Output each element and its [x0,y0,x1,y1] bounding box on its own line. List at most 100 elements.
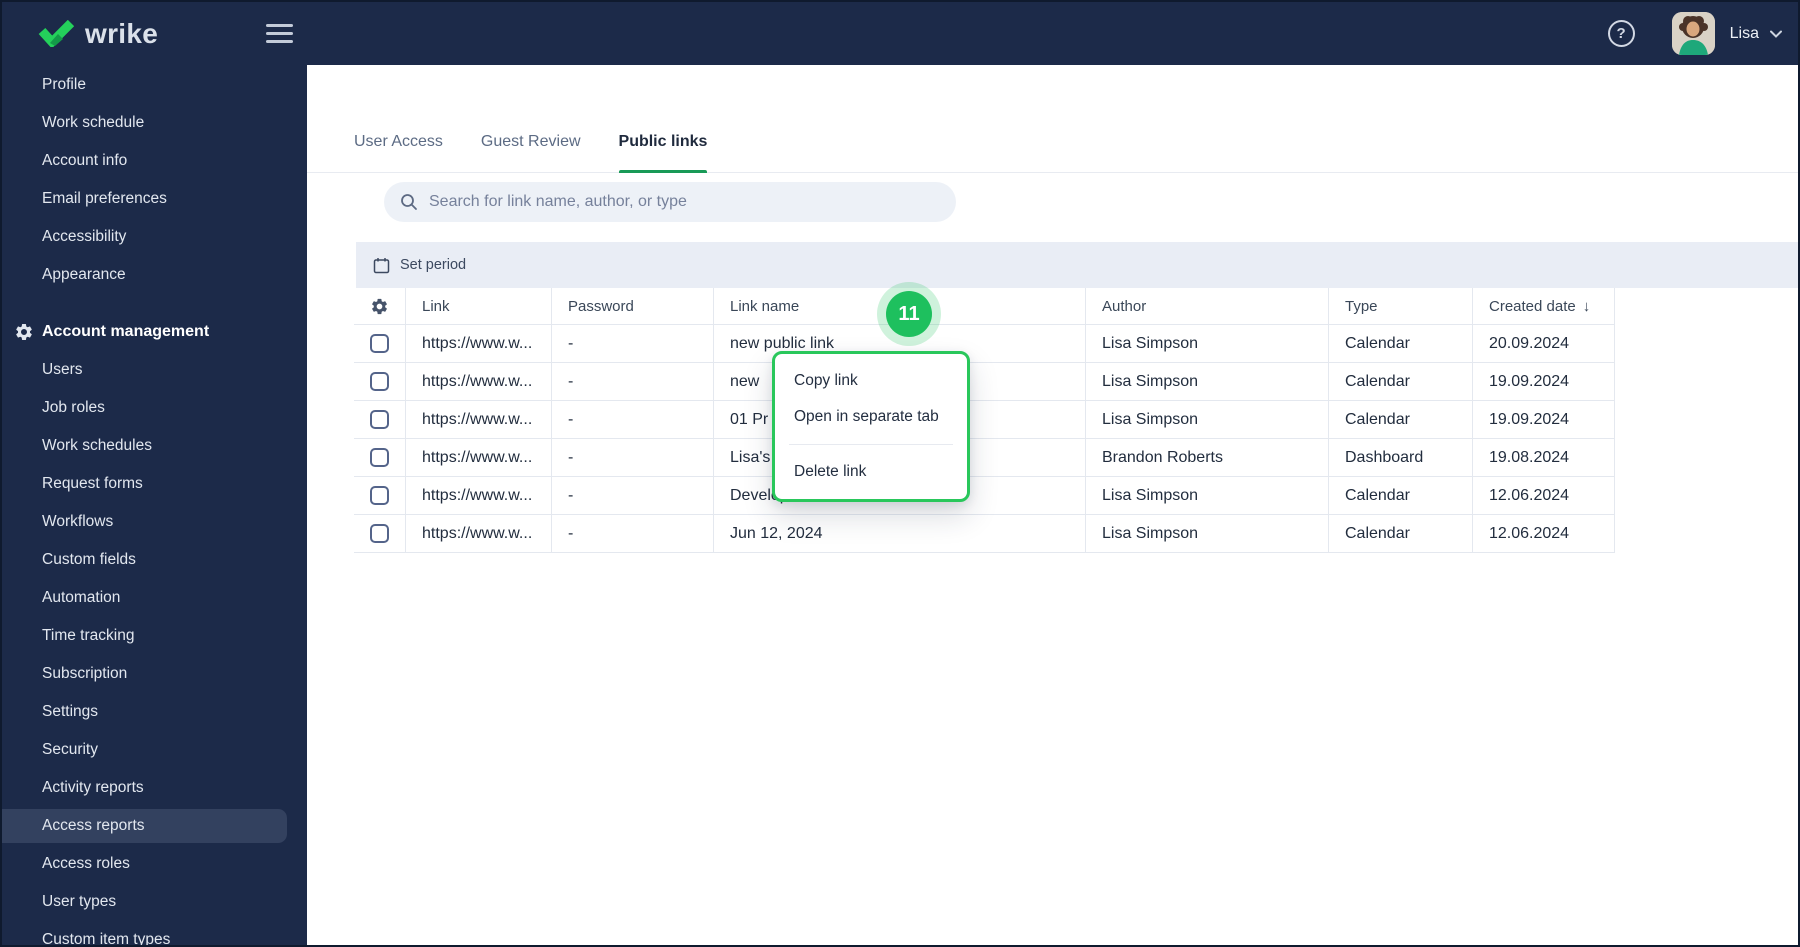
menu-item-open-separate-tab[interactable]: Open in separate tab [775,399,967,435]
cell-link[interactable]: https://www.w... [406,515,552,553]
sidebar-item-settings[interactable]: Settings [2,693,307,731]
cell-author: Brandon Roberts [1086,439,1329,477]
set-period-button[interactable]: Set period [356,242,1798,288]
cell-author: Lisa Simpson [1086,401,1329,439]
cell-link[interactable]: https://www.w... [406,401,552,439]
table-row-checkbox-cell [354,439,406,477]
sidebar-item-profile[interactable]: Profile [2,66,307,104]
cell-password: - [552,439,714,477]
cell-author: Lisa Simpson [1086,515,1329,553]
menu-item-delete-link[interactable]: Delete link [775,454,967,490]
sidebar-item-appearance[interactable]: Appearance [2,256,307,294]
help-icon[interactable]: ? [1607,20,1635,47]
sidebar-item-automation[interactable]: Automation [2,579,307,617]
cell-password: - [552,401,714,439]
context-menu: Copy link Open in separate tab Delete li… [772,351,970,502]
table-row-checkbox-cell [354,477,406,515]
sidebar-item-work-schedule[interactable]: Work schedule [2,104,307,142]
set-period-label: Set period [400,257,467,273]
tab-public-links[interactable]: Public links [618,133,707,173]
column-settings-button[interactable] [354,288,406,325]
tabs-bar: User Access Guest Review Public links [307,65,1798,173]
sidebar: Profile Work schedule Account info Email… [2,65,307,945]
sidebar-item-email-preferences[interactable]: Email preferences [2,180,307,218]
row-checkbox[interactable] [370,334,389,353]
cell-created-date: 12.06.2024 [1473,515,1615,553]
sidebar-item-users[interactable]: Users [2,351,307,389]
row-checkbox[interactable] [370,410,389,429]
cell-password: - [552,363,714,401]
gear-icon [14,322,34,342]
cell-password: - [552,477,714,515]
step-badge: 11 [886,291,932,337]
cell-type: Calendar [1329,401,1473,439]
row-checkbox[interactable] [370,448,389,467]
tab-user-access[interactable]: User Access [354,133,443,173]
sidebar-item-time-tracking[interactable]: Time tracking [2,617,307,655]
sidebar-item-accessibility[interactable]: Accessibility [2,218,307,256]
sidebar-item-activity-reports[interactable]: Activity reports [2,769,307,807]
row-checkbox[interactable] [370,486,389,505]
table-row-checkbox-cell [354,325,406,363]
cell-created-date: 19.09.2024 [1473,401,1615,439]
sidebar-item-custom-item-types[interactable]: Custom item types [2,921,307,945]
top-bar: wrike ? Lisa [2,2,1798,65]
cell-created-date: 20.09.2024 [1473,325,1615,363]
gear-icon [370,297,389,316]
sidebar-item-account-management[interactable]: Account management [2,313,307,351]
avatar[interactable] [1671,12,1715,55]
chevron-down-icon[interactable] [1770,30,1782,38]
sidebar-item-work-schedules[interactable]: Work schedules [2,427,307,465]
search-bar [384,182,956,222]
sidebar-item-job-roles[interactable]: Job roles [2,389,307,427]
column-header-type[interactable]: Type [1329,288,1473,325]
search-icon [400,193,418,211]
main-content: User Access Guest Review Public links Se… [307,65,1798,945]
cell-created-date: 12.06.2024 [1473,477,1615,515]
cell-author: Lisa Simpson [1086,477,1329,515]
cell-link[interactable]: https://www.w... [406,477,552,515]
cell-link[interactable]: https://www.w... [406,439,552,477]
hamburger-menu-icon[interactable] [266,24,293,44]
wrike-logo: wrike [38,2,158,65]
table-row-checkbox-cell [354,363,406,401]
cell-link[interactable]: https://www.w... [406,363,552,401]
menu-item-copy-link[interactable]: Copy link [775,363,967,399]
cell-created-date: 19.08.2024 [1473,439,1615,477]
topbar-right: ? Lisa [1607,2,1782,65]
cell-author: Lisa Simpson [1086,363,1329,401]
sidebar-item-subscription[interactable]: Subscription [2,655,307,693]
column-header-created-date[interactable]: Created date ↓ [1473,288,1615,325]
cell-password: - [552,325,714,363]
cell-type: Calendar [1329,515,1473,553]
column-header-link[interactable]: Link [406,288,552,325]
sidebar-item-account-info[interactable]: Account info [2,142,307,180]
column-header-password[interactable]: Password [552,288,714,325]
tab-guest-review[interactable]: Guest Review [481,133,581,173]
sidebar-item-access-reports[interactable]: Access reports [2,807,307,845]
cell-type: Dashboard [1329,439,1473,477]
sidebar-item-access-roles[interactable]: Access roles [2,845,307,883]
search-input[interactable] [429,193,940,211]
sidebar-item-user-types[interactable]: User types [2,883,307,921]
menu-divider [789,444,953,445]
sidebar-item-security[interactable]: Security [2,731,307,769]
sidebar-item-workflows[interactable]: Workflows [2,503,307,541]
column-header-author[interactable]: Author [1086,288,1329,325]
user-name[interactable]: Lisa [1730,25,1759,43]
table-row-checkbox-cell [354,515,406,553]
cell-created-date: 19.09.2024 [1473,363,1615,401]
cell-type: Calendar [1329,477,1473,515]
row-checkbox[interactable] [370,524,389,543]
brand-name: wrike [85,17,159,49]
step-badge-halo: 11 [877,282,941,346]
cell-link[interactable]: https://www.w... [406,325,552,363]
row-checkbox[interactable] [370,372,389,391]
wrike-logo-icon [38,20,74,47]
sidebar-item-custom-fields[interactable]: Custom fields [2,541,307,579]
sort-desc-icon: ↓ [1582,297,1591,315]
cell-type: Calendar [1329,325,1473,363]
public-links-table: Link Password Link name Author Type Crea… [354,288,1615,553]
app-window: wrike ? Lisa Profile Work schedule Accou… [0,0,1800,947]
sidebar-item-request-forms[interactable]: Request forms [2,465,307,503]
